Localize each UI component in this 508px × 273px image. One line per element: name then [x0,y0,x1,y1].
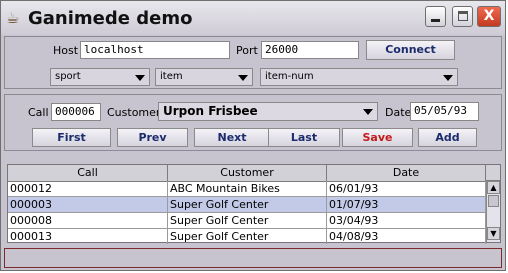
table-select-value: item [160,71,183,82]
java-cup-icon: ☕ [6,9,20,27]
chevron-down-icon [238,75,248,81]
chevron-down-icon [135,75,145,81]
cell-call: 000008 [8,213,168,228]
table-row[interactable]: 000013 Super Golf Center 04/08/93 [8,229,486,245]
host-field[interactable]: localhost [80,41,230,59]
scroll-thumb[interactable] [488,195,499,207]
cell-date: 04/08/93 [327,229,486,244]
column-header-customer[interactable]: Customer [168,165,327,181]
table-select[interactable]: item [155,68,253,86]
minimize-button[interactable] [425,6,446,27]
next-button[interactable]: Next [194,128,270,147]
maximize-icon [457,11,468,21]
cell-date: 03/04/93 [327,213,486,228]
customer-label: Customer [107,106,161,119]
close-button[interactable]: X [477,6,501,27]
host-label: Host [53,44,79,57]
database-select[interactable]: sport [50,68,150,86]
column-header-date[interactable]: Date [327,165,486,181]
window-title: Ganimede demo [28,8,193,29]
connect-button[interactable]: Connect [366,40,455,60]
results-table: Call Customer Date 000012 ABC Mountain B… [7,164,501,245]
database-select-value: sport [55,71,81,82]
call-field[interactable]: 000006 [51,103,101,121]
port-label: Port [236,44,258,57]
add-button[interactable]: Add [418,128,477,147]
call-label: Call [28,106,49,119]
maximize-button[interactable] [452,6,473,27]
cell-customer: Super Golf Center [168,197,327,212]
cell-customer: Super Golf Center [168,229,327,244]
port-field[interactable]: 26000 [261,41,359,59]
save-button[interactable]: Save [342,128,413,147]
cell-date: 06/01/93 [327,181,486,196]
first-button[interactable]: First [32,128,111,147]
cell-customer: ABC Mountain Bikes [168,181,327,196]
cell-call: 000013 [8,229,168,244]
minimize-icon [431,19,440,22]
date-label: Date [385,106,412,119]
index-select-value: item-num [265,71,314,82]
date-field[interactable]: 05/05/93 [410,102,479,121]
scroll-up-icon[interactable]: ▲ [487,181,500,194]
record-panel: Call 000006 Customer Urpon Frisbee Date … [4,94,502,151]
table-header-corner [486,165,500,181]
index-select[interactable]: item-num [260,68,458,86]
last-button[interactable]: Last [268,128,340,147]
title-bar[interactable]: ☕ Ganimede demo X [1,1,505,35]
table-row[interactable]: 000008 Super Golf Center 03/04/93 [8,213,486,229]
cell-date: 01/07/93 [327,197,486,212]
table-row[interactable]: 000012 ABC Mountain Bikes 06/01/93 [8,181,486,197]
cell-customer: Super Golf Center [168,213,327,228]
table-row-selected[interactable]: 000003 Super Golf Center 01/07/93 [8,197,486,213]
cell-call: 000003 [8,197,168,212]
customer-select-value: Urpon Frisbee [163,104,258,118]
scroll-down-icon[interactable]: ▼ [487,227,500,240]
table-header: Call Customer Date [8,165,486,182]
chevron-down-icon [443,75,453,81]
status-bar [4,248,502,268]
app-window: ☕ Ganimede demo X Host localhost Port 26… [0,0,506,271]
cell-call: 000012 [8,181,168,196]
customer-select[interactable]: Urpon Frisbee [158,102,378,121]
chevron-down-icon [363,109,373,115]
connection-panel: Host localhost Port 26000 Connect sport … [4,36,502,89]
column-header-call[interactable]: Call [8,165,168,181]
vertical-scrollbar[interactable]: ▲ ▼ [486,181,500,242]
prev-button[interactable]: Prev [117,128,188,147]
